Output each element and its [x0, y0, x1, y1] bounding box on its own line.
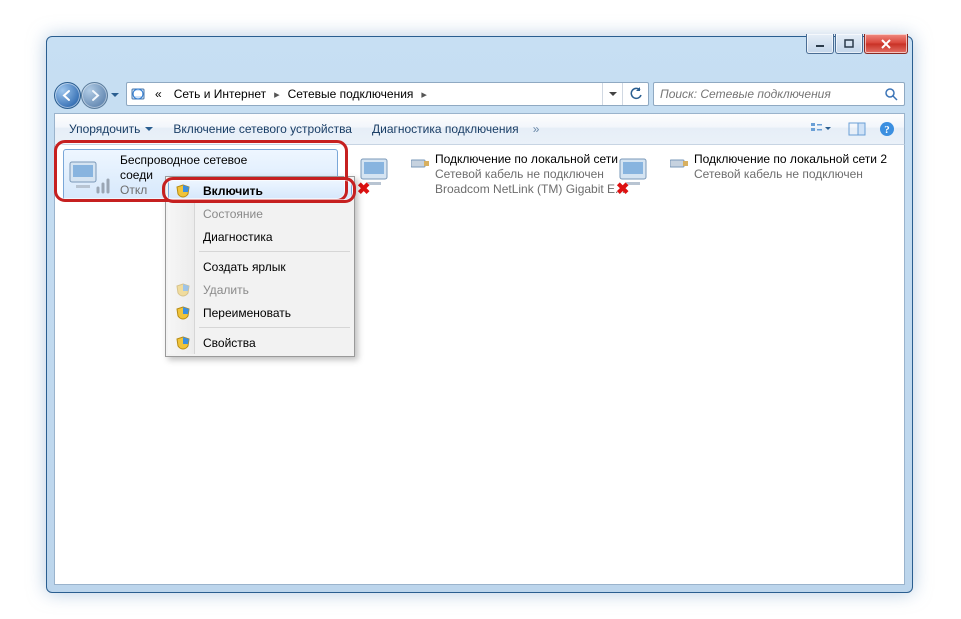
breadcrumb-prefix[interactable]: «: [149, 83, 168, 105]
ctx-rename[interactable]: Переименовать: [168, 301, 352, 324]
refresh-button[interactable]: [622, 83, 648, 105]
breadcrumb-part2[interactable]: Сетевые подключения: [282, 83, 420, 105]
svg-text:?: ?: [884, 124, 890, 136]
view-options-button[interactable]: [802, 117, 840, 141]
forward-button[interactable]: [81, 82, 108, 109]
organize-menu[interactable]: Упорядочить: [59, 118, 163, 140]
adapter-mini-icon: [411, 153, 429, 171]
context-menu: Включить Состояние Диагностика Создать я…: [165, 176, 355, 357]
connection-item-lan1[interactable]: ✖ Подключение по локальной сети Сетевой …: [355, 149, 630, 201]
adapter-mini-icon: [670, 153, 688, 171]
connection-adapter: Broadcom NetLink (TM) Gigabit E...: [435, 182, 625, 197]
nav-history-dropdown[interactable]: [108, 84, 122, 106]
shield-icon: [175, 335, 191, 351]
enable-device-button[interactable]: Включение сетевого устройства: [163, 118, 362, 140]
ctx-delete: Удалить: [168, 278, 352, 301]
back-button[interactable]: [54, 82, 81, 109]
diagnose-button[interactable]: Диагностика подключения: [362, 118, 529, 140]
shield-icon: [175, 282, 191, 298]
toolbar: Упорядочить Включение сетевого устройств…: [54, 113, 905, 145]
error-x-icon: ✖: [616, 179, 629, 199]
connection-title: Подключение по локальной сети: [435, 152, 625, 167]
explorer-window: « Сеть и Интернет ▸ Сетевые подключения …: [46, 36, 913, 593]
connection-status: Сетевой кабель не подключен: [694, 167, 887, 182]
preview-pane-button[interactable]: [844, 117, 870, 141]
breadcrumb-part1[interactable]: Сеть и Интернет: [168, 83, 272, 105]
ctx-enable[interactable]: Включить: [168, 179, 352, 202]
shield-icon: [175, 183, 191, 199]
toolbar-more[interactable]: »: [529, 122, 544, 136]
connection-item-lan2[interactable]: ✖ Подключение по локальной сети 2 Сетево…: [614, 149, 889, 201]
connection-icon: ✖: [357, 151, 405, 199]
address-bar[interactable]: « Сеть и Интернет ▸ Сетевые подключения …: [126, 82, 649, 106]
location-icon: [127, 83, 149, 105]
titlebar[interactable]: [47, 37, 912, 65]
address-dropdown[interactable]: [602, 83, 622, 105]
ctx-status: Состояние: [168, 202, 352, 225]
connection-icon: [66, 152, 114, 200]
connection-title: Подключение по локальной сети 2: [694, 152, 887, 167]
help-button[interactable]: ?: [874, 117, 900, 141]
chevron-right-icon: ▸: [272, 88, 282, 101]
address-row: « Сеть и Интернет ▸ Сетевые подключения …: [54, 81, 905, 109]
connection-icon: ✖: [616, 151, 664, 199]
connection-status: Сетевой кабель не подключен: [435, 167, 625, 182]
ctx-shortcut[interactable]: Создать ярлык: [168, 255, 352, 278]
search-input[interactable]: [654, 87, 878, 101]
ctx-diagnose[interactable]: Диагностика: [168, 225, 352, 248]
close-button[interactable]: [864, 34, 908, 54]
search-box[interactable]: [653, 82, 905, 106]
connection-title: Беспроводное сетевое: [120, 153, 247, 168]
error-x-icon: ✖: [357, 179, 370, 199]
search-icon[interactable]: [878, 87, 904, 101]
maximize-button[interactable]: [835, 34, 863, 54]
minimize-button[interactable]: [806, 34, 834, 54]
content-area[interactable]: Беспроводное сетевое соеди Откл ✖ Подклю…: [54, 145, 905, 585]
chevron-right-icon: ▸: [419, 88, 429, 101]
ctx-properties[interactable]: Свойства: [168, 331, 352, 354]
shield-icon: [175, 305, 191, 321]
